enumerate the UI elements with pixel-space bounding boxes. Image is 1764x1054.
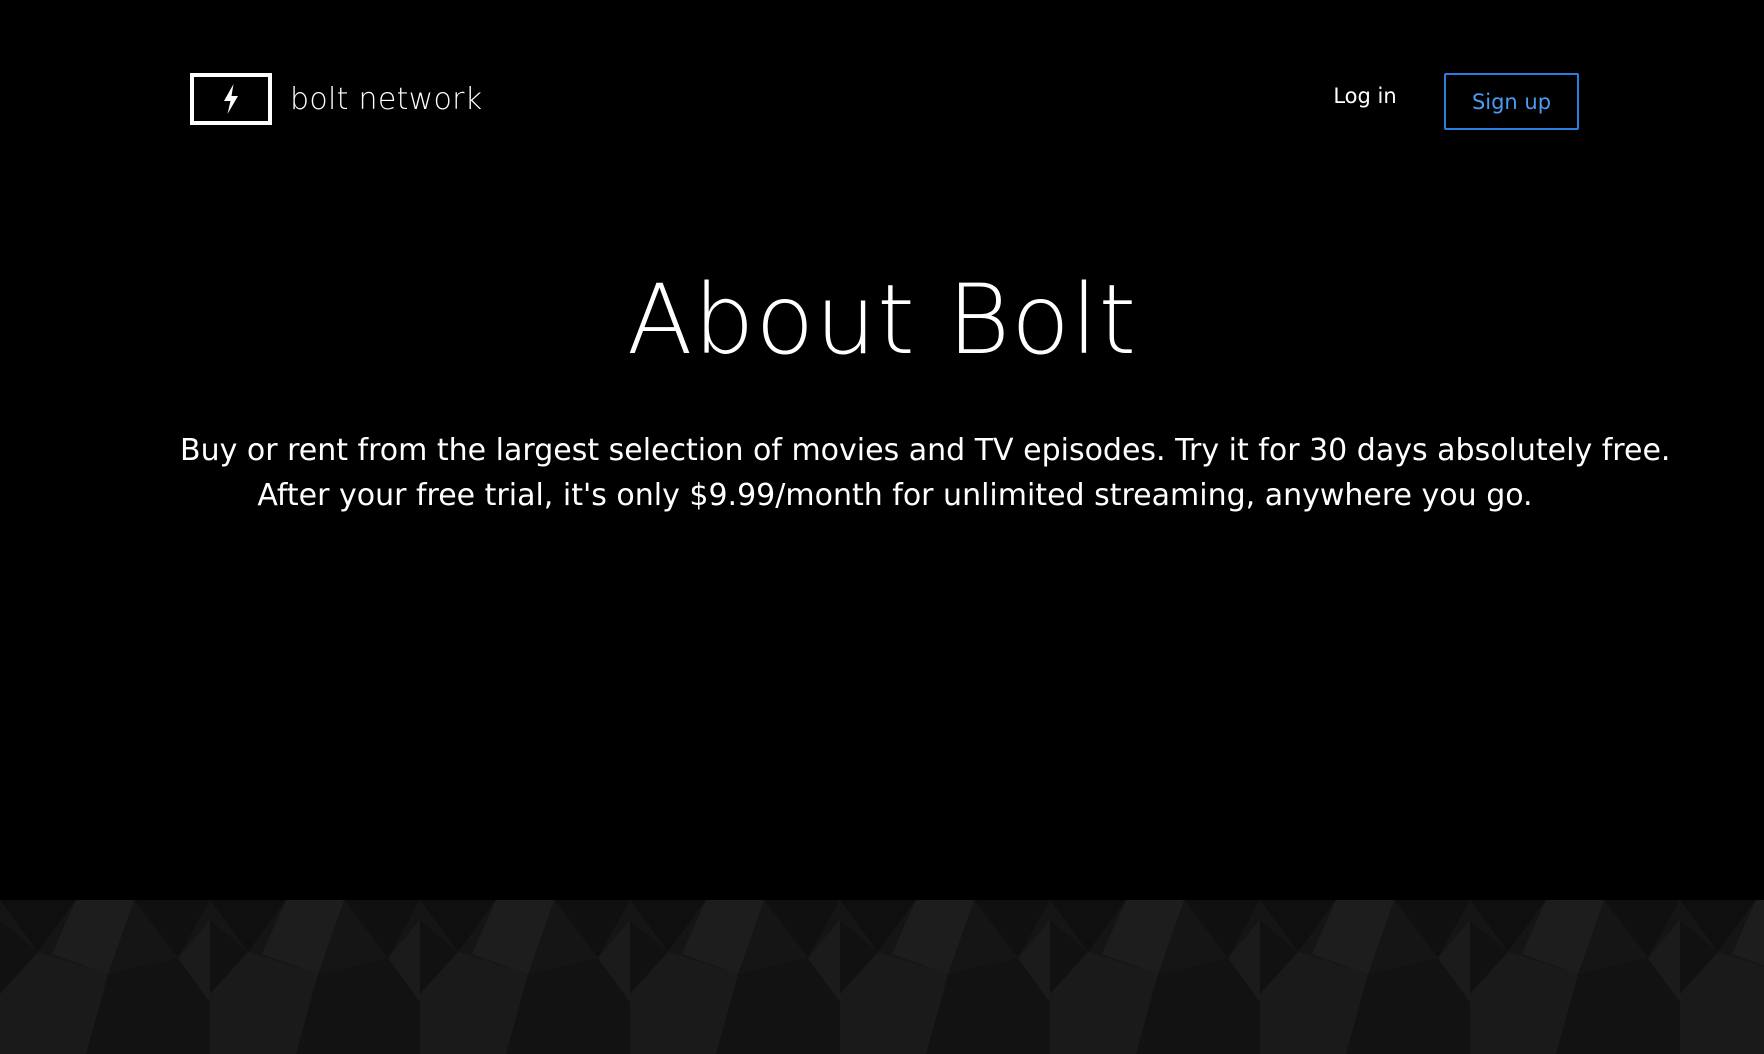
- about-page: bolt network Log in Sign up About Bolt B…: [0, 0, 1764, 1054]
- brand-name: bolt network: [290, 81, 483, 117]
- lightning-bolt-icon: [190, 73, 272, 125]
- brand-logo-link[interactable]: bolt network: [190, 73, 482, 125]
- page-title: About Bolt: [626, 264, 1138, 376]
- geometric-pattern: [0, 900, 1764, 1054]
- site-header: bolt network Log in Sign up: [0, 0, 1764, 170]
- hero-description-line-2: After your free trial, it's only $9.99/m…: [257, 478, 1533, 513]
- signup-button[interactable]: Sign up: [1444, 73, 1579, 130]
- hero-description-line-1: Buy or rent from the largest selection o…: [180, 433, 1671, 468]
- decorative-pattern-band: [0, 900, 1764, 1054]
- hero-description: Buy or rent from the largest selection o…: [180, 428, 1671, 518]
- login-link[interactable]: Log in: [1318, 84, 1412, 108]
